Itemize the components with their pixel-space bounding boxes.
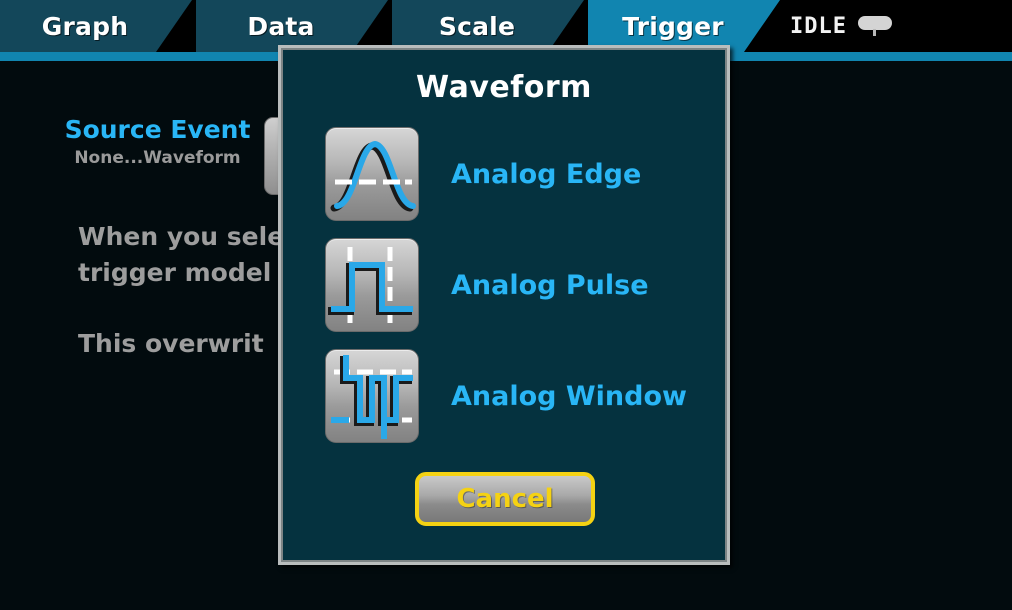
option-analog-edge[interactable]: Analog Edge — [325, 127, 705, 221]
option-analog-window[interactable]: Analog Window — [325, 349, 705, 443]
option-analog-window-label: Analog Window — [451, 380, 687, 412]
cancel-button[interactable]: Cancel — [415, 472, 595, 526]
description-line-3: This overwrit — [78, 329, 264, 358]
tab-scale-label: Scale — [438, 11, 516, 41]
status-indicator: IDLE — [790, 0, 892, 52]
dialog-title: Waveform — [416, 70, 592, 105]
analog-pulse-icon — [325, 238, 419, 332]
analog-edge-icon — [325, 127, 419, 221]
tab-graph[interactable]: Graph — [0, 0, 192, 52]
status-text: IDLE — [790, 13, 847, 39]
option-analog-pulse[interactable]: Analog Pulse — [325, 238, 705, 332]
option-analog-pulse-label: Analog Pulse — [451, 269, 649, 301]
option-analog-edge-label: Analog Edge — [451, 158, 642, 190]
analog-window-icon — [325, 349, 419, 443]
source-event-label-group: Source Event None...Waveform — [60, 115, 255, 171]
source-event-title: Source Event — [64, 115, 251, 144]
tab-trigger-label: Trigger — [622, 11, 724, 41]
description-line-2: trigger model — [78, 258, 272, 287]
source-event-range: None...Waveform — [74, 148, 241, 168]
tab-data-label: Data — [247, 11, 315, 41]
tab-graph-label: Graph — [41, 11, 129, 41]
connector-pill-icon — [857, 16, 892, 36]
waveform-dialog: Waveform Analog Edge Analog Pulse Analog… — [278, 45, 730, 565]
instrument-screen: Source Event None...Waveform When you se… — [0, 0, 1012, 610]
cancel-button-label: Cancel — [456, 484, 554, 514]
